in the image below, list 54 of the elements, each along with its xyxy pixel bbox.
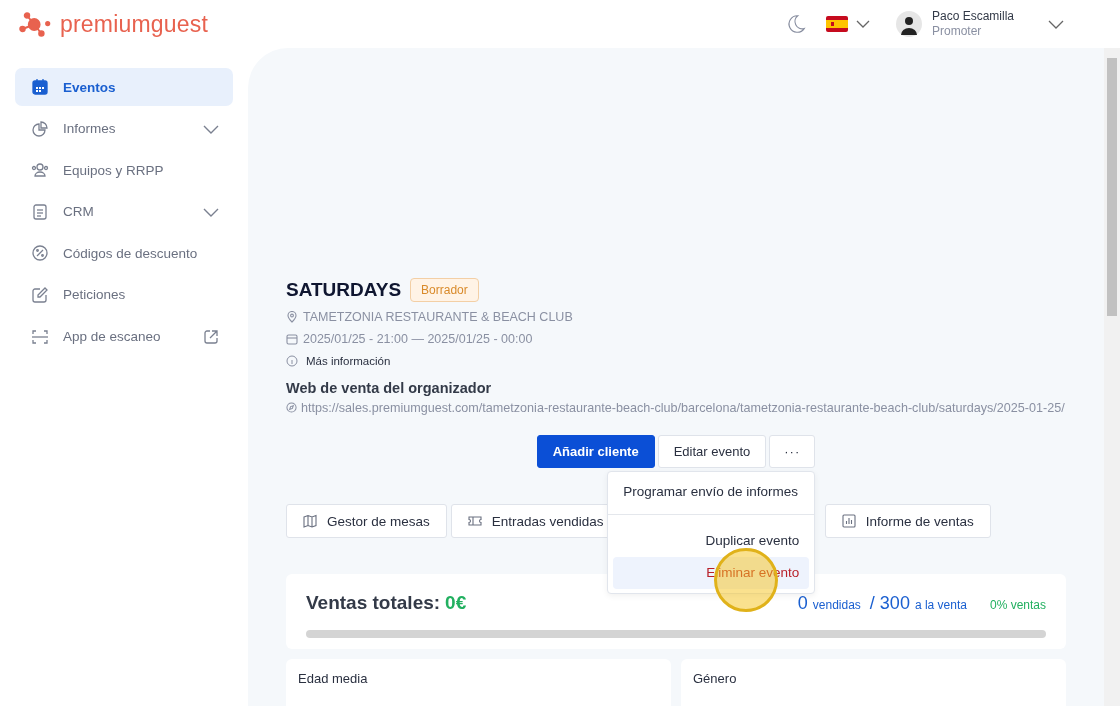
- event-title: SATURDAYS: [286, 279, 402, 301]
- sidebar-item[interactable]: Eventos: [15, 68, 233, 106]
- event-venue: TAMETZONIA RESTAURANTE & BEACH CLUB: [303, 310, 573, 324]
- user-role: Promoter: [932, 24, 983, 39]
- user-name: Paco Escamilla: [932, 9, 1016, 24]
- sidebar-item[interactable]: Peticiones: [15, 275, 233, 314]
- avatar-icon[interactable]: [896, 11, 922, 37]
- edit-icon: [31, 285, 49, 304]
- sales-label: Ventas totales:: [306, 591, 441, 615]
- sidebar-item[interactable]: Equipos y RRPP: [15, 151, 233, 190]
- ticket-icon: [467, 514, 482, 528]
- scrollbar[interactable]: [1104, 48, 1120, 706]
- sales-amount: 0€: [445, 591, 467, 615]
- more-options-button[interactable]: ···: [769, 435, 816, 468]
- tool-button[interactable]: Gestor de mesas: [286, 504, 447, 538]
- available-count: 300: [879, 592, 910, 615]
- flag-icon: [826, 16, 848, 32]
- info-icon: [286, 355, 298, 367]
- bar-chart-icon: [841, 514, 856, 528]
- sidebar-item[interactable]: Códigos de descuento: [15, 234, 233, 273]
- more-info-link[interactable]: Más información: [306, 355, 391, 367]
- compass-icon: [286, 402, 297, 413]
- section-heading: Web de venta del organizador: [286, 380, 493, 396]
- language-selector[interactable]: [826, 16, 870, 32]
- chevron-down-icon[interactable]: [1048, 19, 1064, 29]
- chevron-down-icon: [203, 123, 219, 134]
- users-icon: [31, 161, 49, 180]
- add-client-button[interactable]: Añadir cliente: [536, 435, 655, 468]
- sidebar-item[interactable]: CRM: [15, 192, 233, 231]
- chevron-down-icon: [856, 19, 870, 29]
- sales-percent: 0% ventas: [989, 597, 1046, 614]
- document-icon: [31, 202, 49, 221]
- calendar-icon: [31, 78, 49, 96]
- separator-text: /: [869, 592, 875, 615]
- tool-button[interactable]: Informe de ventas: [824, 504, 991, 538]
- logo-text: premiumguest: [60, 10, 209, 38]
- map-icon: [303, 514, 317, 528]
- edit-event-button[interactable]: Editar evento: [657, 435, 767, 468]
- external-link-icon: [203, 328, 219, 345]
- available-label: a la venta: [914, 597, 967, 614]
- sold-label: vendidas: [812, 597, 861, 614]
- card-title: Edad media: [298, 671, 368, 686]
- chevron-down-icon: [203, 206, 219, 217]
- sold-count: 0: [797, 592, 808, 615]
- card-title: Género: [693, 671, 737, 686]
- location-pin-icon: [286, 311, 298, 323]
- scan-icon: [31, 327, 49, 346]
- pie-chart-icon: [31, 119, 49, 138]
- sidebar-item[interactable]: Informes: [15, 109, 233, 148]
- calendar-icon: [286, 333, 298, 345]
- event-dates: 2025/01/25 - 21:00 — 2025/01/25 - 00:00: [303, 332, 533, 346]
- sidebar-item[interactable]: App de escaneo: [15, 317, 233, 356]
- status-badge: Borrador: [410, 278, 479, 302]
- discount-icon: [31, 244, 49, 263]
